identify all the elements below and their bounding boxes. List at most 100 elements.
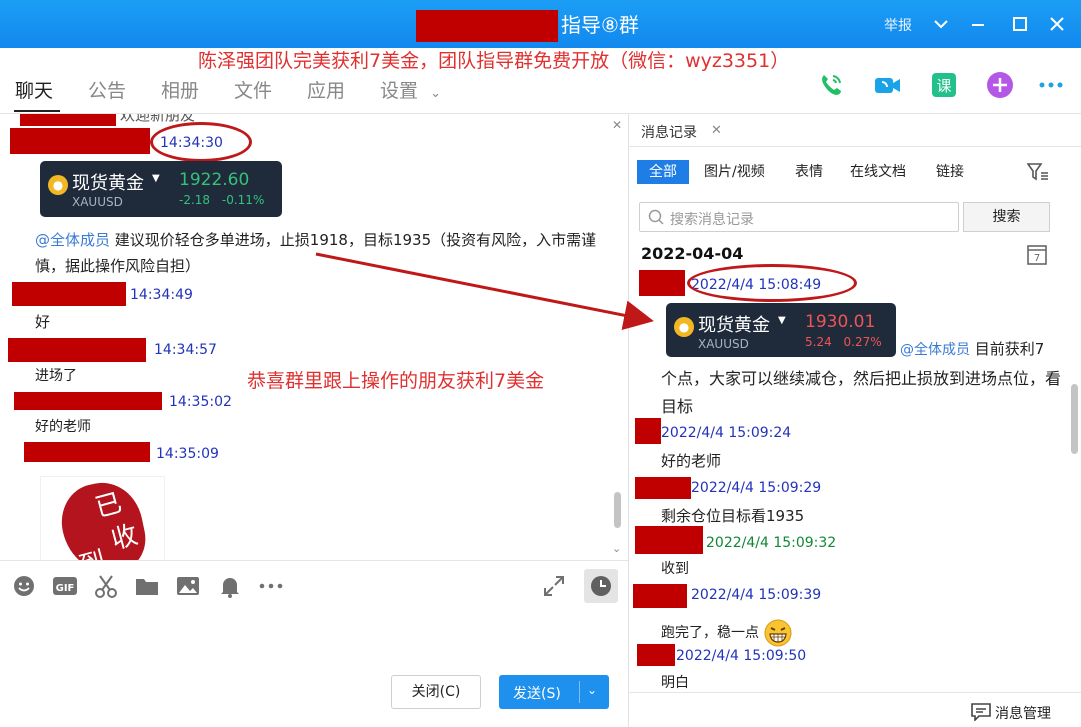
clock-icon	[591, 576, 611, 596]
search-icon	[648, 209, 664, 225]
close-icon[interactable]	[1045, 12, 1069, 36]
send-button[interactable]: 发送(S) ⌄	[499, 675, 609, 709]
message-history-panel: 消息记录 ✕ 全部 图片/视频 表情 在线文档 链接 搜索消息记录 搜索 202…	[628, 114, 1081, 727]
quote-code: XAUUSD	[698, 337, 749, 351]
tab-files[interactable]: 文件	[234, 76, 272, 103]
tab-chat[interactable]: 聊天	[15, 76, 53, 103]
search-button[interactable]: 搜索	[963, 202, 1050, 232]
calendar-icon[interactable]: 7	[1027, 243, 1047, 265]
divider	[579, 681, 580, 703]
message-text: 好	[35, 313, 51, 331]
message-body: 建议现价轻仓多单进场，止损1918，目标1935（投资有风险，入市需谨慎，据此操…	[35, 231, 597, 275]
video-icon[interactable]	[872, 70, 902, 100]
message-text: @全体成员 目前获利7	[900, 336, 1044, 363]
message-text: 跑完了，稳一点	[661, 618, 793, 648]
coin-icon: ●	[674, 317, 694, 337]
date-header: 2022-04-04	[641, 244, 744, 263]
maximize-icon[interactable]	[1008, 12, 1032, 36]
title-bar: 指导⑧群 举报	[0, 0, 1081, 48]
minimize-icon[interactable]	[966, 12, 990, 36]
filter-all[interactable]: 全部	[637, 160, 689, 184]
more-icon[interactable]	[258, 573, 284, 599]
message-text: 好的老师	[661, 452, 722, 470]
filter-icon[interactable]	[1026, 162, 1049, 182]
emoji-icon[interactable]	[11, 573, 37, 599]
panel-scrollbar[interactable]	[1071, 384, 1078, 454]
filter-links[interactable]: 链接	[936, 160, 964, 184]
history-time: 2022/4/4 15:09:50	[676, 648, 807, 664]
grin-emoji-icon	[764, 619, 792, 647]
close-icon[interactable]: ✕	[711, 123, 722, 138]
filter-emoji[interactable]: 表情	[795, 160, 823, 184]
annotation-circle	[687, 264, 857, 302]
filter-docs[interactable]: 在线文档	[850, 160, 906, 184]
filter-media[interactable]: 图片/视频	[704, 160, 765, 184]
redacted-sender	[639, 270, 685, 296]
quote-name: 现货黄金	[72, 173, 144, 194]
received-stamp-image[interactable]: 已 收 到	[40, 476, 165, 560]
chat-area: 欢迎新朋友 ✕ 14:34:30 ● 现货黄金 ▼ XAUUSD 1922.60…	[0, 114, 628, 560]
redacted-sender	[14, 392, 162, 410]
message-time: 14:34:57	[154, 342, 217, 358]
image-icon[interactable]	[175, 573, 201, 599]
search-placeholder: 搜索消息记录	[670, 212, 754, 228]
report-link[interactable]: 举报	[884, 15, 912, 35]
redacted-sender	[24, 442, 150, 462]
quote-change-pct: -0.11%	[221, 193, 265, 207]
main-nav: 聊天 公告 相册 文件 应用 设置 ⌄	[0, 68, 1081, 114]
redacted-sender	[12, 282, 126, 306]
tab-apps[interactable]: 应用	[307, 76, 345, 103]
svg-text:7: 7	[1034, 253, 1040, 264]
bell-icon[interactable]	[217, 573, 243, 599]
more-icon[interactable]	[1036, 70, 1066, 100]
chevron-down-icon[interactable]: ⌄	[612, 542, 621, 555]
redacted-sender	[635, 477, 691, 499]
chevron-down-icon: ⌄	[430, 86, 441, 101]
tab-album[interactable]: 相册	[161, 76, 199, 103]
mention-all[interactable]: @全体成员	[900, 342, 970, 358]
send-button-label: 发送(S)	[513, 686, 561, 702]
close-icon[interactable]: ✕	[612, 118, 622, 132]
redacted-sender	[637, 644, 675, 666]
history-button[interactable]	[584, 569, 618, 603]
redacted-sender	[635, 418, 661, 444]
message-time: 14:35:09	[156, 446, 219, 462]
quote-change: 5.24 0.27%	[805, 335, 882, 349]
history-time: 2022/4/4 15:09:29	[691, 480, 822, 496]
quote-price: 1922.60	[179, 170, 250, 190]
search-input[interactable]: 搜索消息记录	[639, 202, 959, 232]
message-text: 进场了	[35, 368, 77, 384]
message-text: 好的老师	[35, 419, 91, 435]
panel-footer: 消息管理	[629, 692, 1081, 727]
message-manage-link[interactable]: 消息管理	[995, 703, 1051, 723]
tab-message-history[interactable]: 消息记录	[641, 122, 697, 142]
scissors-icon[interactable]	[93, 573, 119, 599]
history-time: 2022/4/4 15:09:32	[706, 535, 837, 551]
quote-price: 1930.01	[805, 312, 876, 332]
chat-scrollbar[interactable]	[614, 492, 621, 528]
tab-announcement[interactable]: 公告	[88, 76, 126, 103]
expand-icon[interactable]	[541, 573, 567, 599]
chevron-down-icon[interactable]	[929, 12, 953, 36]
message-body: 目前获利7	[974, 340, 1045, 358]
chevron-down-icon[interactable]: ⌄	[587, 683, 597, 697]
phone-icon[interactable]	[816, 70, 846, 100]
active-tab-underline	[14, 110, 60, 112]
folder-icon[interactable]	[134, 573, 160, 599]
caret-down-icon: ▼	[778, 315, 786, 326]
gif-icon[interactable]: GIF	[52, 573, 78, 599]
tab-settings[interactable]: 设置 ⌄	[380, 76, 441, 103]
gold-quote-card[interactable]: ● 现货黄金 ▼ XAUUSD 1930.01 5.24 0.27%	[666, 303, 896, 357]
quote-change-value: 5.24	[805, 335, 832, 349]
message-body: 跑完了，稳一点	[661, 625, 759, 641]
message-time: 14:34:49	[130, 287, 193, 303]
close-button[interactable]: 关闭(C)	[391, 675, 481, 709]
gold-quote-card[interactable]: ● 现货黄金 ▼ XAUUSD 1922.60 -2.18 -0.11%	[40, 161, 282, 217]
lesson-icon[interactable]: 课	[929, 70, 959, 100]
message-manage-icon	[971, 703, 991, 721]
congrats-annotation: 恭喜群里跟上操作的朋友获利7美金	[247, 370, 545, 392]
window-title: 指导⑧群	[561, 13, 639, 37]
history-time: 2022/4/4 15:09:39	[691, 587, 822, 603]
add-icon[interactable]	[985, 70, 1015, 100]
mention-all[interactable]: @全体成员	[35, 231, 110, 249]
